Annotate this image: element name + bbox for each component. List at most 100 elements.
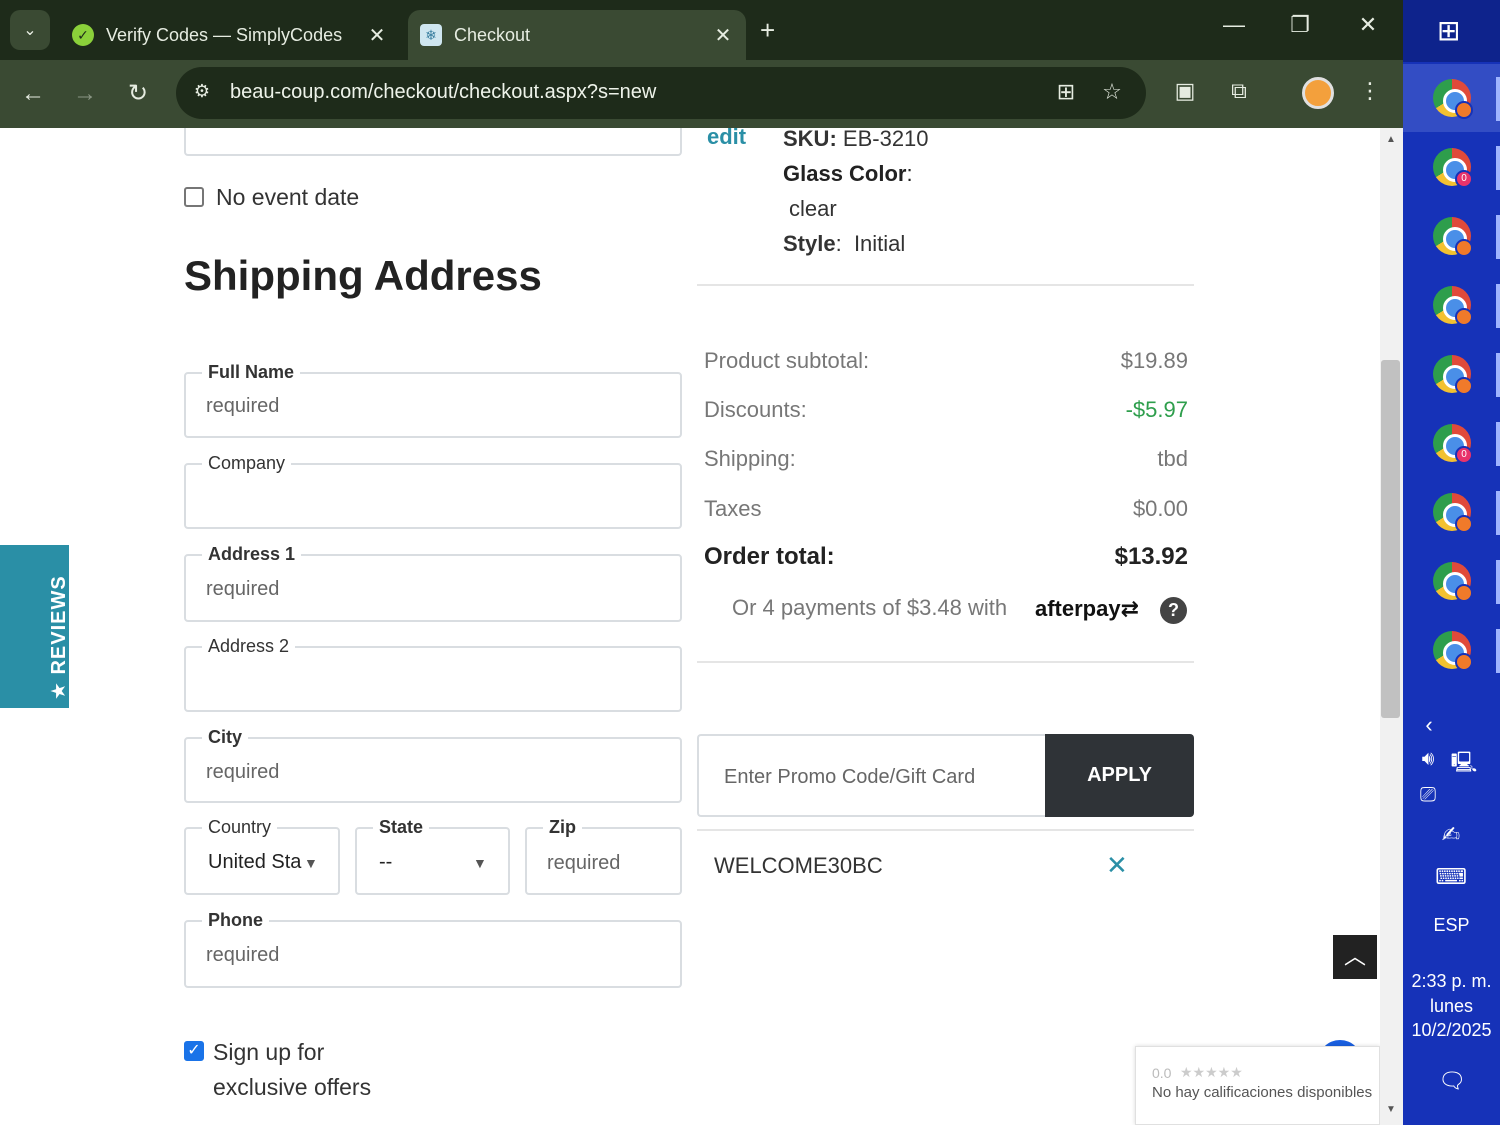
address-bar[interactable]: ⚙ beau-coup.com/checkout/checkout.aspx?s… (176, 67, 1146, 119)
chrome-app-icon[interactable] (1433, 493, 1473, 533)
chrome-app-icon[interactable] (1433, 286, 1473, 326)
edit-item-link[interactable]: edit (707, 128, 746, 150)
chrome-app-icon[interactable] (1433, 355, 1473, 395)
scroll-down-arrow-icon[interactable]: ▼ (1384, 1104, 1398, 1115)
camera-app-icon[interactable]: ⎚ (1413, 784, 1443, 807)
no-event-date-checkbox[interactable] (184, 187, 204, 207)
network-icon[interactable]: 🖳 (1449, 748, 1479, 782)
afterpay-brand: afterpay (1035, 596, 1121, 621)
address2-field[interactable]: Address 2 (184, 636, 682, 712)
tab-title: Checkout (454, 24, 531, 45)
url-text: beau-coup.com/checkout/checkout.aspx?s=n… (230, 81, 657, 103)
afterpay-arrows-icon: ⇄ (1120, 596, 1140, 621)
discounts-row: Discounts: -$5.97 (704, 397, 1188, 423)
running-indicator (1496, 284, 1500, 328)
address1-label: Address 1 (202, 544, 302, 565)
country-select[interactable]: Country United Sta ▼ (184, 817, 340, 895)
shipping-label: Shipping: (704, 446, 796, 471)
city-field[interactable]: City required (184, 727, 682, 803)
app-badge (1455, 239, 1473, 257)
chrome-app-icon[interactable] (1433, 631, 1473, 671)
remove-promo-icon[interactable]: ✕ (1106, 850, 1128, 881)
clock-day[interactable]: lunes (1403, 996, 1500, 1017)
chevron-down-icon: ⌄ (23, 22, 37, 39)
volume-icon[interactable]: 🔊︎ (1413, 748, 1443, 771)
bookmark-star-icon[interactable]: ☆ (1098, 79, 1126, 107)
new-tab-button[interactable]: + (760, 15, 775, 46)
full-name-placeholder: required (206, 395, 280, 417)
company-label: Company (202, 453, 292, 474)
show-hidden-icons-icon[interactable]: ‹ (1417, 712, 1441, 738)
event-date-field[interactable] (184, 128, 682, 156)
chrome-app-icon[interactable]: 0 (1433, 424, 1473, 464)
address1-field[interactable]: Address 1 required (184, 544, 682, 622)
scrollbar-thumb[interactable] (1381, 360, 1400, 718)
chrome-app-icon[interactable] (1433, 79, 1473, 119)
tab-search-button[interactable]: ⌄ (10, 10, 50, 50)
browser-menu-icon[interactable]: ⋮ (1355, 78, 1385, 108)
reload-button[interactable]: ↻ (122, 78, 154, 110)
dropdown-caret-icon: ▼ (473, 855, 487, 871)
chrome-app-icon[interactable] (1433, 217, 1473, 257)
notifications-icon[interactable]: 🗨︎ (1437, 1068, 1467, 1094)
start-button[interactable]: ⊞ (1403, 0, 1500, 62)
rating-score: 0.0 (1152, 1065, 1172, 1081)
minimize-button[interactable]: — (1214, 12, 1254, 38)
rating-stars: ★★★★★ (1180, 1064, 1243, 1080)
back-to-top-button[interactable]: ︿ (1333, 935, 1377, 979)
window-close-button[interactable]: ✕ (1348, 12, 1388, 38)
item-glass-color: Glass Color: (783, 161, 913, 186)
close-icon[interactable]: ✕ (708, 23, 738, 48)
order-total-row: Order total: $13.92 (704, 543, 1188, 571)
site-settings-icon[interactable]: ⚙ (190, 81, 214, 105)
clock-time[interactable]: 2:33 p. m. (1403, 971, 1500, 992)
app-badge (1455, 515, 1473, 533)
restore-button[interactable]: ❐ (1280, 12, 1320, 38)
sku-value: EB-3210 (842, 128, 929, 151)
company-field[interactable]: Company (184, 453, 682, 529)
taxes-label: Taxes (704, 496, 762, 521)
state-select[interactable]: State -- ▼ (355, 817, 510, 895)
afterpay-logo: afterpay⇄ (1035, 596, 1139, 622)
zip-field[interactable]: Zip required (525, 817, 682, 895)
beaucoup-favicon-icon: ❄ (420, 24, 442, 46)
chevron-up-icon: ︿ (1343, 944, 1366, 969)
profile-avatar[interactable] (1302, 77, 1334, 109)
phone-label: Phone (202, 910, 270, 931)
signup-checkbox[interactable]: ✓ (184, 1041, 204, 1061)
tab-checkout[interactable]: ❄ Checkout ✕ (408, 10, 746, 60)
divider (697, 661, 1194, 663)
country-label: Country (202, 817, 278, 838)
app-badge (1455, 101, 1473, 119)
running-indicator (1496, 491, 1500, 535)
divider (697, 829, 1194, 831)
tab-verify-codes[interactable]: ✓ Verify Codes — SimplyCodes ✕ (60, 10, 400, 60)
scroll-up-arrow-icon[interactable]: ▲ (1384, 134, 1398, 145)
back-button[interactable]: ← (17, 78, 49, 110)
phone-field[interactable]: Phone required (184, 910, 682, 988)
running-indicator (1496, 215, 1500, 259)
touch-keyboard-icon[interactable]: ⌨︎ (1433, 864, 1469, 890)
apply-promo-button[interactable]: APPLY (1045, 734, 1194, 817)
extension-icon[interactable]: ▣ (1170, 78, 1200, 108)
pen-icon[interactable]: ✍︎ (1436, 822, 1466, 848)
app-badge (1455, 653, 1473, 671)
language-indicator[interactable]: ESP (1403, 915, 1500, 936)
order-total-label: Order total: (704, 543, 835, 570)
translate-icon[interactable]: ⊞ (1052, 79, 1080, 107)
page-scrollbar[interactable]: ▲ ▼ (1380, 128, 1403, 1125)
clock-date[interactable]: 10/2/2025 (1403, 1020, 1500, 1041)
windows-taskbar: ⊞ 0 0 ‹ 🔊︎ 🖳 ⎚ ✍︎ ⌨︎ ESP 2:33 p. m. lune… (1403, 0, 1500, 1125)
reviews-side-tab[interactable]: ★ REVIEWS (0, 545, 70, 708)
chrome-app-icon[interactable]: 0 (1433, 148, 1473, 188)
discounts-value: -$5.97 (1125, 397, 1188, 422)
item-sku: SKU: EB-3210 (783, 128, 929, 152)
close-icon[interactable]: ✕ (362, 23, 392, 48)
promo-code-input[interactable]: Enter Promo Code/Gift Card (697, 734, 1047, 817)
chrome-app-icon[interactable] (1433, 562, 1473, 602)
sku-label: SKU: (783, 128, 837, 151)
extensions-puzzle-icon[interactable]: ⧉ (1224, 78, 1254, 108)
forward-button[interactable]: → (69, 78, 101, 110)
full-name-field[interactable]: Full Name required (184, 362, 682, 438)
help-icon[interactable]: ? (1160, 597, 1187, 624)
